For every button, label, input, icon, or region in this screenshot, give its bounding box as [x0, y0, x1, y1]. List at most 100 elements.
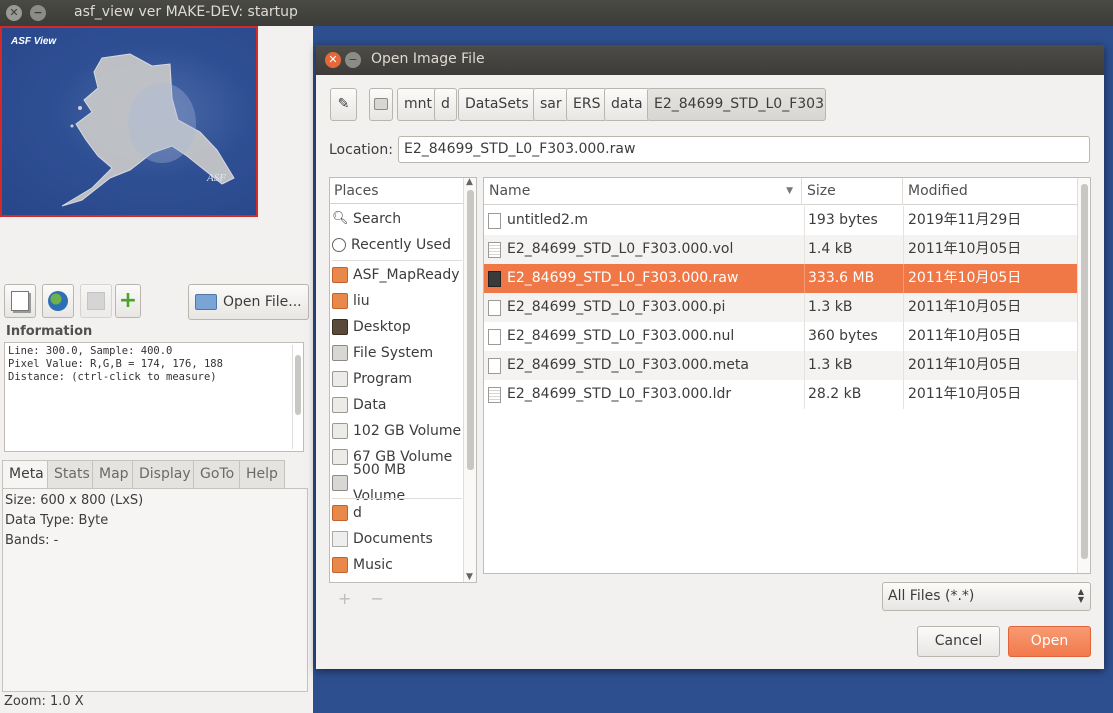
tab-help[interactable]: Help	[239, 460, 285, 488]
tab-map[interactable]: Map	[92, 460, 136, 488]
file-list: Name ▼ Size Modified untitled2.m 193 byt…	[483, 177, 1091, 574]
places-divider	[332, 260, 462, 261]
home-folder-icon	[332, 293, 348, 309]
column-size[interactable]: Size	[802, 178, 903, 205]
column-modified[interactable]: Modified	[903, 178, 1078, 205]
tab-display[interactable]: Display	[132, 460, 198, 488]
place-desktop[interactable]: Desktop	[332, 314, 462, 340]
place-label: Desktop	[353, 319, 411, 335]
binary-file-icon	[488, 241, 501, 258]
place-label: ASF_MapReady	[353, 267, 460, 283]
place-label: Program	[353, 371, 413, 387]
metadata-button[interactable]	[4, 284, 36, 318]
info-line: Pixel Value: R,G,B = 174, 176, 188	[8, 358, 223, 370]
image-thumbnail[interactable]: ASF View ASF	[0, 26, 258, 217]
save-button[interactable]	[80, 284, 112, 318]
place-d[interactable]: d	[332, 500, 462, 526]
drive-icon	[332, 475, 348, 491]
tab-goto[interactable]: GoTo	[193, 460, 242, 488]
drive-icon	[332, 345, 348, 361]
meta-line: Bands: -	[5, 533, 59, 548]
file-modified: 2011年10月05日	[903, 235, 1078, 264]
updown-icon: ▲ ▼	[1077, 587, 1084, 604]
add-bookmark-button[interactable]: +	[338, 589, 351, 608]
meta-line: Data Type: Byte	[5, 513, 109, 528]
place-label: d	[353, 505, 362, 521]
location-input[interactable]: E2_84699_STD_L0_F303.000.raw	[398, 136, 1090, 163]
place-documents[interactable]: Documents	[332, 526, 462, 552]
text-file-icon	[488, 299, 501, 316]
file-modified: 2011年10月05日	[903, 351, 1078, 380]
cancel-button[interactable]: Cancel	[917, 626, 1000, 657]
drive-icon	[374, 98, 388, 110]
scroll-up-icon[interactable]: ▲	[466, 177, 473, 187]
music-folder-icon	[332, 557, 348, 573]
place-search[interactable]: 🔍︎ Search	[332, 206, 462, 232]
file-list-header: Name ▼ Size Modified	[484, 178, 1078, 205]
path-segment-data[interactable]: data	[604, 88, 650, 121]
file-size: 333.6 MB	[804, 264, 902, 293]
open-button[interactable]: Open	[1008, 626, 1091, 657]
open-file-button[interactable]: Open File...	[188, 284, 309, 320]
place-500mb-volume[interactable]: 500 MB Volume	[332, 462, 462, 504]
path-segment-datasets[interactable]: DataSets	[458, 88, 536, 121]
info-line: Distance: (ctrl-click to measure)	[8, 371, 217, 383]
file-modified: 2011年10月05日	[903, 264, 1078, 293]
file-row[interactable]: E2_84699_STD_L0_F303.000.meta 1.3 kB 201…	[484, 351, 1078, 380]
window-close-button[interactable]: ✕	[6, 5, 22, 21]
places-scrollbar[interactable]: ▲ ▼	[463, 177, 476, 582]
dialog-titlebar: ✕ − Open Image File	[316, 45, 1104, 75]
place-asf-mapready[interactable]: ASF_MapReady	[332, 262, 462, 288]
path-segment-d[interactable]: d	[434, 88, 457, 121]
information-label: Information	[6, 324, 93, 339]
alaska-map-image	[61, 53, 235, 207]
path-root-button[interactable]	[369, 88, 393, 121]
file-row-selected[interactable]: E2_84699_STD_L0_F303.000.raw 333.6 MB 20…	[484, 264, 1078, 293]
file-row[interactable]: untitled2.m 193 bytes 2019年11月29日	[484, 206, 1078, 235]
remove-bookmark-button[interactable]: −	[371, 589, 384, 608]
place-music[interactable]: Music	[332, 552, 462, 578]
pencil-icon: ✎	[337, 96, 350, 112]
file-size: 1.3 kB	[804, 351, 902, 380]
file-row[interactable]: E2_84699_STD_L0_F303.000.nul 360 bytes 2…	[484, 322, 1078, 351]
tab-meta[interactable]: Meta	[2, 460, 51, 488]
add-button[interactable]: +	[115, 284, 141, 318]
path-segment-sar[interactable]: sar	[533, 88, 569, 121]
path-segment-mnt[interactable]: mnt	[397, 88, 439, 121]
info-scrollbar[interactable]	[292, 345, 302, 449]
place-102gb-volume[interactable]: 102 GB Volume	[332, 418, 462, 444]
left-toolbar: + Open File...	[4, 284, 309, 320]
place-liu[interactable]: liu	[332, 288, 462, 314]
dialog-close-button[interactable]: ✕	[325, 52, 341, 68]
globe-button[interactable]	[42, 284, 74, 318]
places-header: Places	[330, 178, 464, 204]
path-segment-ers[interactable]: ERS	[566, 88, 608, 121]
place-data[interactable]: Data	[332, 392, 462, 418]
places-sidebar: Places 🔍︎ Search Recently Used ASF_MapRe…	[329, 177, 477, 583]
usb-drive-icon	[332, 423, 348, 439]
window-minimize-button[interactable]: −	[30, 5, 46, 21]
path-segment-current[interactable]: E2_84699_STD_L0_F303	[647, 88, 826, 121]
place-recently-used[interactable]: Recently Used	[332, 232, 462, 258]
file-row[interactable]: E2_84699_STD_L0_F303.000.pi 1.3 kB 2011年…	[484, 293, 1078, 322]
file-row[interactable]: E2_84699_STD_L0_F303.000.ldr 28.2 kB 201…	[484, 380, 1078, 409]
tab-stats[interactable]: Stats	[47, 460, 97, 488]
bookmark-controls: + −	[338, 589, 384, 608]
place-file-system[interactable]: File System	[332, 340, 462, 366]
globe-icon	[48, 291, 68, 311]
usb-drive-icon	[332, 371, 348, 387]
file-row[interactable]: E2_84699_STD_L0_F303.000.vol 1.4 kB 2011…	[484, 235, 1078, 264]
column-name[interactable]: Name ▼	[484, 178, 802, 205]
file-filter-select[interactable]: All Files (*.*) ▲ ▼	[882, 582, 1091, 611]
scroll-down-icon[interactable]: ▼	[466, 572, 473, 582]
dialog-minimize-button[interactable]: −	[345, 52, 361, 68]
thumbnail-watermark: ASF	[207, 172, 226, 184]
place-program[interactable]: Program	[332, 366, 462, 392]
place-label: Documents	[353, 531, 433, 547]
file-list-scrollbar[interactable]	[1077, 178, 1090, 573]
information-box[interactable]: Line: 300.0, Sample: 400.0 Pixel Value: …	[4, 342, 304, 452]
file-name: E2_84699_STD_L0_F303.000.raw	[507, 270, 739, 286]
edit-location-button[interactable]: ✎	[330, 88, 357, 121]
documents-folder-icon	[332, 531, 348, 547]
info-line: Line: 300.0, Sample: 400.0	[8, 345, 173, 357]
